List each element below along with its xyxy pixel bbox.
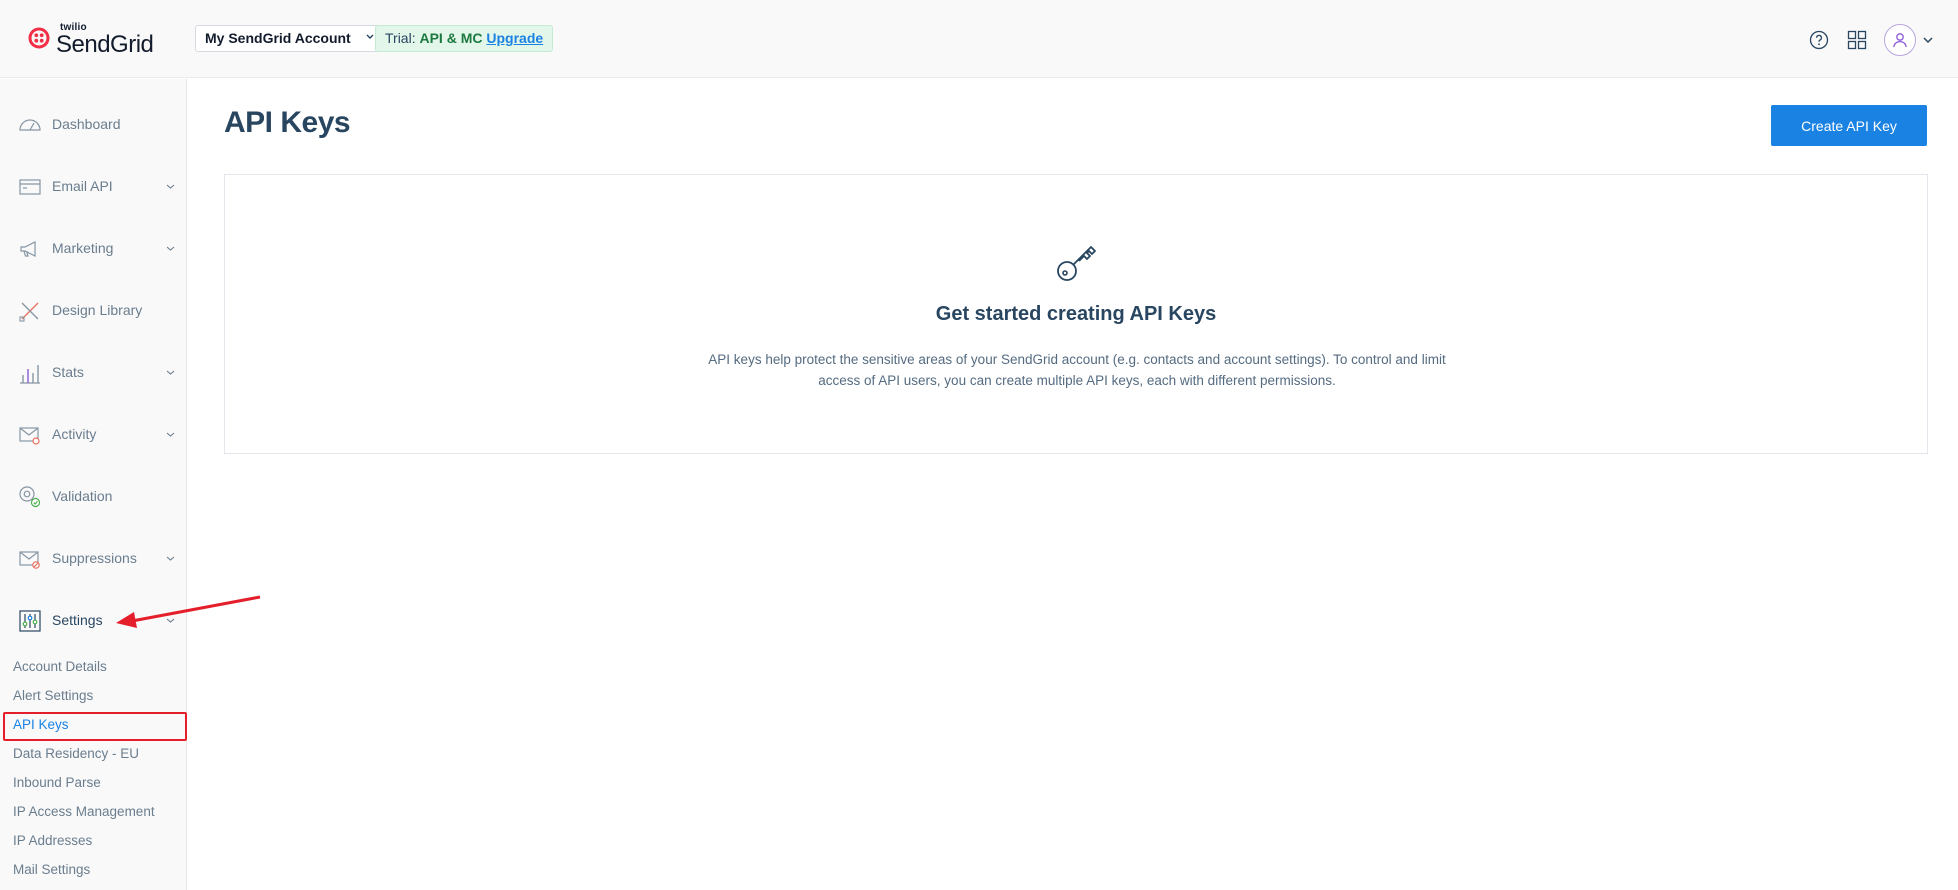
settings-subitem-alert-settings[interactable]: Alert Settings: [13, 685, 93, 707]
chevron-down-icon: [166, 618, 175, 623]
sidebar-item-label: Validation: [52, 488, 113, 504]
logo-sendgrid-text: SendGrid: [56, 31, 154, 58]
chevron-down-icon: [166, 556, 175, 561]
email-api-icon: [19, 179, 41, 195]
sidebar-item-label: Activity: [52, 426, 97, 442]
account-selector[interactable]: My SendGrid Account: [195, 25, 388, 52]
settings-subitem-api-keys[interactable]: API Keys: [13, 714, 69, 736]
settings-subitem-ip-addresses[interactable]: IP Addresses: [13, 830, 92, 852]
user-avatar-icon[interactable]: [1884, 24, 1916, 56]
create-api-key-button[interactable]: Create API Key: [1771, 105, 1927, 146]
chevron-down-icon: [166, 432, 175, 437]
sidebar-item-label: Design Library: [52, 302, 143, 318]
sidebar-item-marketing[interactable]: Marketing: [0, 229, 186, 269]
envelope-block-icon: [19, 551, 40, 569]
design-tools-icon: [19, 302, 39, 322]
sidebar: Dashboard Email API Marketing Design Lib…: [0, 79, 187, 890]
megaphone-icon: [20, 241, 36, 257]
sendgrid-logo[interactable]: twilio SendGrid: [28, 22, 154, 58]
empty-state-card: Get started creating API Keys API keys h…: [224, 174, 1928, 454]
top-bar: twilio SendGrid My SendGrid Account Tria…: [0, 0, 1958, 78]
logo-twilio-text: twilio: [60, 22, 87, 33]
dashboard-gauge-icon: [19, 119, 41, 131]
bar-chart-icon: [20, 365, 40, 384]
chevron-down-icon[interactable]: [1922, 34, 1934, 46]
trial-badge: Trial: API & MC Upgrade: [375, 25, 554, 52]
page-title: API Keys: [224, 106, 351, 139]
sidebar-item-suppressions[interactable]: Suppressions: [0, 539, 186, 579]
chevron-down-icon: [366, 34, 374, 39]
top-right-controls: [1794, 24, 1934, 56]
key-icon: [1057, 246, 1096, 281]
at-check-icon: [19, 486, 41, 508]
settings-subitem-mail-settings[interactable]: Mail Settings: [13, 859, 90, 881]
sidebar-item-settings[interactable]: Settings: [0, 601, 186, 641]
sidebar-item-activity[interactable]: Activity: [0, 415, 186, 455]
sidebar-item-label: Marketing: [52, 240, 114, 256]
sidebar-item-stats[interactable]: Stats: [0, 353, 186, 393]
chevron-down-icon: [166, 246, 175, 251]
settings-sliders-icon: [19, 610, 41, 632]
account-selector-label: My SendGrid Account: [205, 30, 351, 46]
twilio-logo-icon: [28, 27, 50, 49]
settings-subitem-ip-access-management[interactable]: IP Access Management: [13, 801, 155, 823]
upgrade-link[interactable]: Upgrade: [486, 30, 543, 46]
trial-plan: API & MC: [419, 30, 483, 46]
sidebar-item-label: Stats: [52, 364, 84, 380]
sidebar-item-label: Dashboard: [52, 116, 121, 132]
settings-subitem-inbound-parse[interactable]: Inbound Parse: [13, 772, 101, 794]
sidebar-item-validation[interactable]: Validation: [0, 477, 186, 517]
sidebar-item-label: Settings: [52, 612, 103, 628]
envelope-search-icon: [19, 427, 40, 445]
apps-grid-icon[interactable]: [1844, 27, 1870, 53]
sidebar-item-dashboard[interactable]: Dashboard: [0, 105, 186, 145]
settings-subitem-data-residency-eu[interactable]: Data Residency - EU: [13, 743, 139, 765]
chevron-down-icon: [166, 370, 175, 375]
sidebar-item-label: Email API: [52, 178, 113, 194]
settings-subitem-account-details[interactable]: Account Details: [13, 656, 107, 678]
empty-state-description: API keys help protect the sensitive area…: [708, 352, 1446, 388]
chevron-down-icon: [166, 184, 175, 189]
sidebar-item-label: Suppressions: [52, 550, 137, 566]
help-icon[interactable]: [1806, 27, 1832, 53]
trial-prefix: Trial:: [385, 30, 416, 46]
empty-state-title: Get started creating API Keys: [935, 303, 1217, 325]
sidebar-item-email-api[interactable]: Email API: [0, 167, 186, 207]
sidebar-item-design-library[interactable]: Design Library: [0, 291, 186, 331]
